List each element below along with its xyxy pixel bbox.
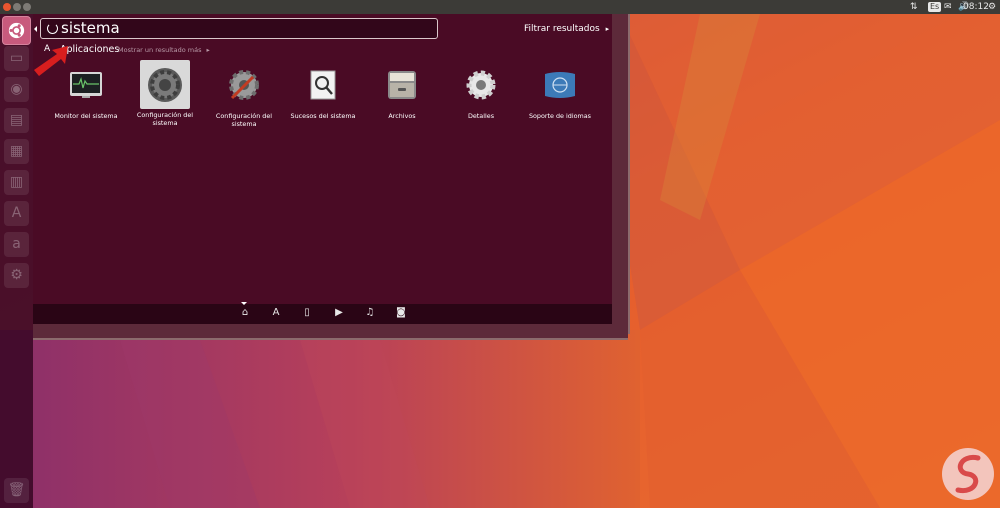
launcher-software-center-icon[interactable]: A <box>4 201 29 226</box>
app-label: Detalles <box>467 112 495 120</box>
app-result[interactable]: Configuración del sistema <box>209 60 279 128</box>
close-window-button[interactable] <box>3 3 11 11</box>
watermark-logo-icon <box>942 448 994 500</box>
home-lens-icon[interactable]: ⌂ <box>238 306 252 320</box>
minimize-window-button[interactable] <box>13 3 21 11</box>
search-spinner-icon <box>47 23 58 34</box>
app-label: Soporte de idiomas <box>528 112 592 120</box>
music-lens-icon[interactable]: ♫ <box>363 306 377 320</box>
top-panel: ⇅ Es ✉ 🔊 08:12 ⚙ <box>0 0 1000 14</box>
filter-results-button[interactable]: Filtrar resultados ▸ <box>524 24 609 34</box>
maximize-window-button[interactable] <box>23 3 31 11</box>
dash-border <box>33 324 628 340</box>
search-caret-arrow-icon <box>34 26 37 32</box>
system-log-icon <box>298 60 348 110</box>
launcher-settings-icon[interactable]: ⚙ <box>4 263 29 288</box>
system-settings-icon <box>140 60 190 109</box>
launcher-calc-icon[interactable]: ▦ <box>4 139 29 164</box>
ubuntu-logo-icon <box>8 22 25 39</box>
launcher-files-icon[interactable]: ▭ <box>4 46 29 71</box>
launcher-writer-icon[interactable]: ▤ <box>4 108 29 133</box>
launcher-trash-icon[interactable]: 🗑 <box>4 478 29 503</box>
lens-bar <box>33 304 612 324</box>
app-label: Configuración del sistema <box>215 112 273 128</box>
applications-lens-icon[interactable]: A <box>269 306 283 320</box>
language-support-icon <box>535 60 585 110</box>
app-label: Sucesos del sistema <box>290 112 356 120</box>
keyboard-layout-label: Es <box>928 2 942 12</box>
show-more-label: Mostrar un resultado más <box>118 46 202 54</box>
photos-lens-icon[interactable]: ◙ <box>394 306 408 320</box>
app-result[interactable]: Sucesos del sistema <box>288 60 358 120</box>
network-icon[interactable]: ⇅ <box>910 0 918 14</box>
chevron-right-icon: ▸ <box>605 25 610 33</box>
dash-border <box>611 14 630 334</box>
app-label: Archivos <box>388 112 416 120</box>
search-input[interactable] <box>61 19 431 38</box>
keyboard-indicator[interactable]: Es <box>928 0 942 14</box>
files-lens-icon[interactable]: ▯ <box>300 306 314 320</box>
app-result[interactable]: Archivos <box>367 60 437 120</box>
annotation-arrow-icon <box>34 46 68 76</box>
launcher-firefox-icon[interactable]: ◉ <box>4 77 29 102</box>
gear-icon[interactable]: ⚙ <box>988 0 996 14</box>
app-result[interactable]: Detalles <box>446 60 516 120</box>
video-lens-icon[interactable]: ▶ <box>332 306 346 320</box>
chevron-right-icon: ▸ <box>206 46 210 54</box>
system-settings-tools-icon <box>219 60 269 110</box>
active-lens-indicator-icon <box>241 302 247 305</box>
show-more-results-link[interactable]: Mostrar un resultado más ▸ <box>118 46 210 54</box>
app-label: Monitor del sistema <box>54 112 118 120</box>
mail-icon[interactable]: ✉ <box>944 0 952 14</box>
filter-results-label: Filtrar resultados <box>524 24 600 34</box>
launcher-amazon-icon[interactable]: a <box>4 232 29 257</box>
app-label: Configuración del sistema <box>136 111 194 127</box>
search-box[interactable] <box>40 18 438 39</box>
files-icon <box>377 60 427 110</box>
clock[interactable]: 08:12 <box>963 0 989 14</box>
app-result[interactable]: Soporte de idiomas <box>525 60 595 120</box>
details-gear-icon <box>456 60 506 110</box>
dash-home-button[interactable] <box>2 16 31 45</box>
launcher-impress-icon[interactable]: ▥ <box>4 170 29 195</box>
app-result-selected[interactable]: Configuración del sistema <box>130 60 200 127</box>
